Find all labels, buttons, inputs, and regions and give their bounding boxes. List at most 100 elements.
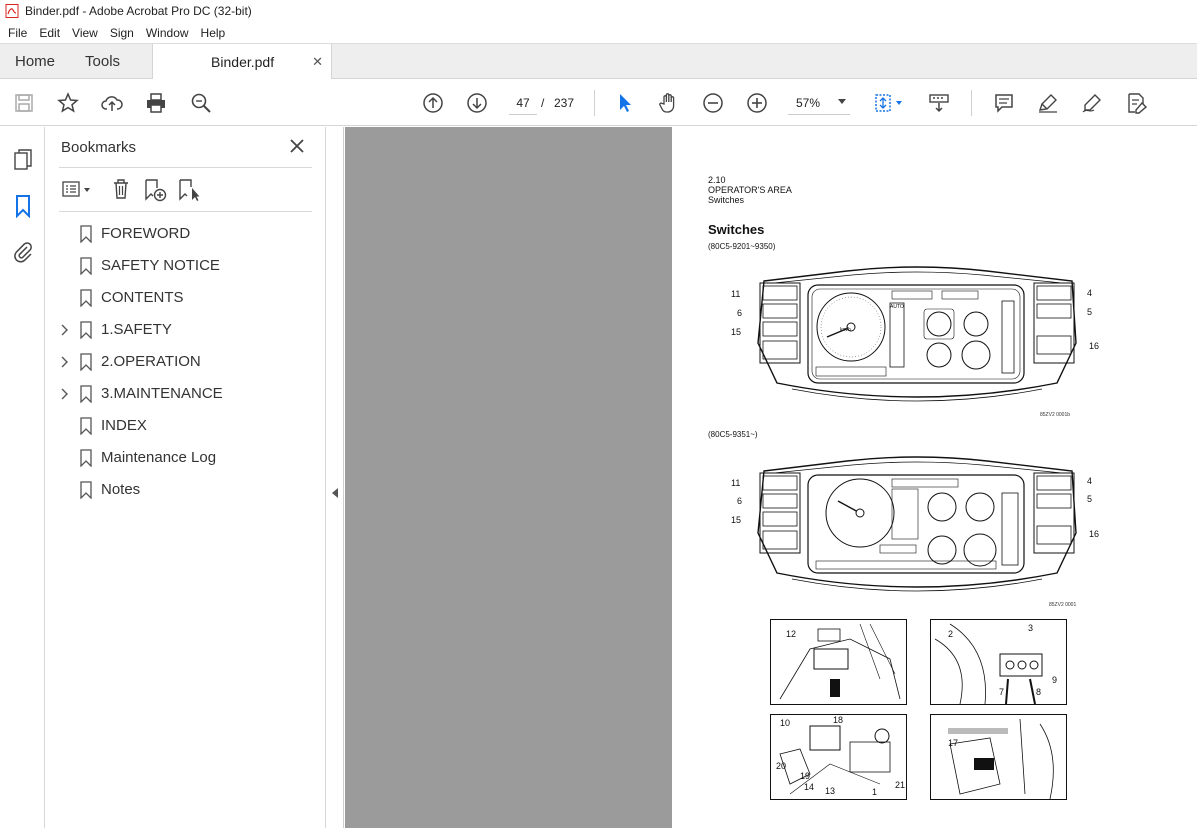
- document-viewport[interactable]: 2.10 OPERATOR'S AREA Switches Switches (…: [345, 127, 1197, 828]
- bookmarks-title: Bookmarks: [61, 139, 137, 156]
- acrobat-pdf-icon: [5, 4, 19, 18]
- next-page-icon[interactable]: [465, 91, 489, 115]
- photo-callout-21: 21: [895, 780, 906, 790]
- bookmark-label: FOREWORD: [101, 225, 191, 242]
- previous-page-icon[interactable]: [421, 91, 445, 115]
- callout-11: 11: [731, 478, 741, 488]
- menu-window[interactable]: Window: [140, 26, 195, 40]
- tab-tools[interactable]: Tools: [70, 44, 135, 78]
- menu-edit[interactable]: Edit: [33, 26, 66, 40]
- toolbar-divider: [594, 90, 595, 116]
- bookmark-item[interactable]: FOREWORD: [45, 218, 325, 250]
- hand-tool-icon[interactable]: [656, 91, 680, 115]
- bookmark-item[interactable]: SAFETY NOTICE: [45, 250, 325, 282]
- switch-photo-3: [770, 714, 907, 800]
- edit-pdf-icon[interactable]: [1124, 91, 1148, 115]
- bookmark-panel-icon[interactable]: [11, 194, 35, 218]
- page-number-input[interactable]: 47: [509, 91, 537, 115]
- new-bookmark-icon[interactable]: [143, 178, 167, 202]
- chevron-right-icon[interactable]: [59, 388, 69, 400]
- bookmark-label: 3.MAINTENANCE: [101, 385, 223, 402]
- total-pages: 237: [554, 96, 575, 110]
- photo-callout-2: 2: [948, 629, 954, 639]
- comment-icon[interactable]: [992, 91, 1016, 115]
- tab-home[interactable]: Home: [0, 44, 70, 78]
- bookmark-item[interactable]: Notes: [45, 474, 325, 506]
- chevron-right-icon[interactable]: [59, 324, 69, 336]
- scroll-mode-icon[interactable]: [927, 91, 951, 115]
- select-cursor-icon[interactable]: [613, 91, 637, 115]
- callout-11: 11: [731, 289, 741, 299]
- page-heading: Switches: [708, 222, 765, 237]
- tab-document-label: Binder.pdf: [211, 53, 275, 70]
- close-tab-icon[interactable]: ✕: [312, 54, 323, 70]
- callout-4: 4: [1087, 476, 1093, 486]
- bookmark-icon: [80, 289, 92, 307]
- chevron-right-icon[interactable]: [59, 356, 69, 368]
- menu-sign[interactable]: Sign: [104, 26, 140, 40]
- photo-callout-9: 9: [1052, 675, 1058, 685]
- photo-callout-13: 13: [825, 786, 836, 796]
- bookmark-item[interactable]: Maintenance Log: [45, 442, 325, 474]
- zoom-in-icon[interactable]: [745, 91, 769, 115]
- bookmark-item[interactable]: 2.OPERATION: [45, 346, 325, 378]
- bookmark-item[interactable]: 3.MAINTENANCE: [45, 378, 325, 410]
- toolbar-divider: [971, 90, 972, 116]
- bookmark-label: Notes: [101, 481, 141, 498]
- panel-divider: [59, 211, 312, 212]
- attachment-paperclip-icon[interactable]: [11, 240, 35, 264]
- photo-callout-3: 3: [1028, 623, 1034, 633]
- bookmark-label: 2.OPERATION: [101, 353, 201, 370]
- zoom-out-icon[interactable]: [701, 91, 725, 115]
- menu-file[interactable]: File: [0, 26, 33, 40]
- menu-view[interactable]: View: [66, 26, 104, 40]
- callout-6: 6: [737, 496, 743, 506]
- bookmark-label: INDEX: [101, 417, 147, 434]
- auto-label: AUTO: [890, 304, 904, 310]
- window-title: Binder.pdf - Adobe Acrobat Pro DC (32-bi…: [25, 4, 252, 18]
- photo-callout-20: 20: [776, 761, 787, 771]
- callout-15: 15: [731, 515, 742, 525]
- menu-bar: File Edit View Sign Window Help: [0, 22, 1197, 43]
- star-icon[interactable]: [56, 91, 80, 115]
- bookmark-item[interactable]: CONTENTS: [45, 282, 325, 314]
- page-separator: /: [541, 96, 545, 110]
- photo-callout-7: 7: [999, 687, 1005, 697]
- print-icon[interactable]: [144, 91, 168, 115]
- photo-callout-12: 12: [786, 629, 797, 639]
- callout-16: 16: [1089, 341, 1100, 351]
- draw-sign-icon[interactable]: [1080, 91, 1104, 115]
- switch-photo-4: [930, 714, 1067, 800]
- menu-help[interactable]: Help: [195, 26, 232, 40]
- highlighter-icon[interactable]: [1036, 91, 1060, 115]
- bookmark-label: 1.SAFETY: [101, 321, 172, 338]
- callout-16: 16: [1089, 529, 1100, 539]
- callout-4: 4: [1087, 288, 1093, 298]
- zoom-search-icon[interactable]: [189, 91, 213, 115]
- delete-bookmark-icon[interactable]: [111, 178, 131, 200]
- photo-callout-17: 17: [948, 738, 959, 748]
- fit-page-icon[interactable]: [872, 91, 906, 115]
- zoom-level-dropdown[interactable]: 57%: [788, 91, 850, 115]
- bookmark-label: CONTENTS: [101, 289, 184, 306]
- page-thumbnails-icon[interactable]: [11, 148, 35, 172]
- bookmark-icon: [80, 257, 92, 275]
- section-subtitle: Switches: [708, 195, 745, 205]
- tab-document[interactable]: Binder.pdf ✕: [152, 44, 333, 79]
- section-title: OPERATOR'S AREA: [708, 185, 792, 195]
- bookmark-icon: [80, 417, 92, 435]
- bookmark-item[interactable]: INDEX: [45, 410, 325, 442]
- title-bar: Binder.pdf - Adobe Acrobat Pro DC (32-bi…: [0, 0, 1197, 22]
- bookmark-label: Maintenance Log: [101, 449, 217, 466]
- save-icon[interactable]: [12, 91, 36, 115]
- panel-splitter[interactable]: [326, 127, 344, 828]
- close-panel-icon[interactable]: [288, 137, 306, 155]
- cloud-upload-icon[interactable]: [100, 91, 124, 115]
- collapse-panel-arrow-icon[interactable]: [332, 488, 338, 498]
- bookmark-icon: [80, 353, 92, 371]
- bookmark-item[interactable]: 1.SAFETY: [45, 314, 325, 346]
- search-bookmark-icon[interactable]: [177, 178, 201, 202]
- callout-5: 5: [1087, 307, 1093, 317]
- options-menu-icon[interactable]: [61, 180, 95, 200]
- bookmark-icon: [80, 385, 92, 403]
